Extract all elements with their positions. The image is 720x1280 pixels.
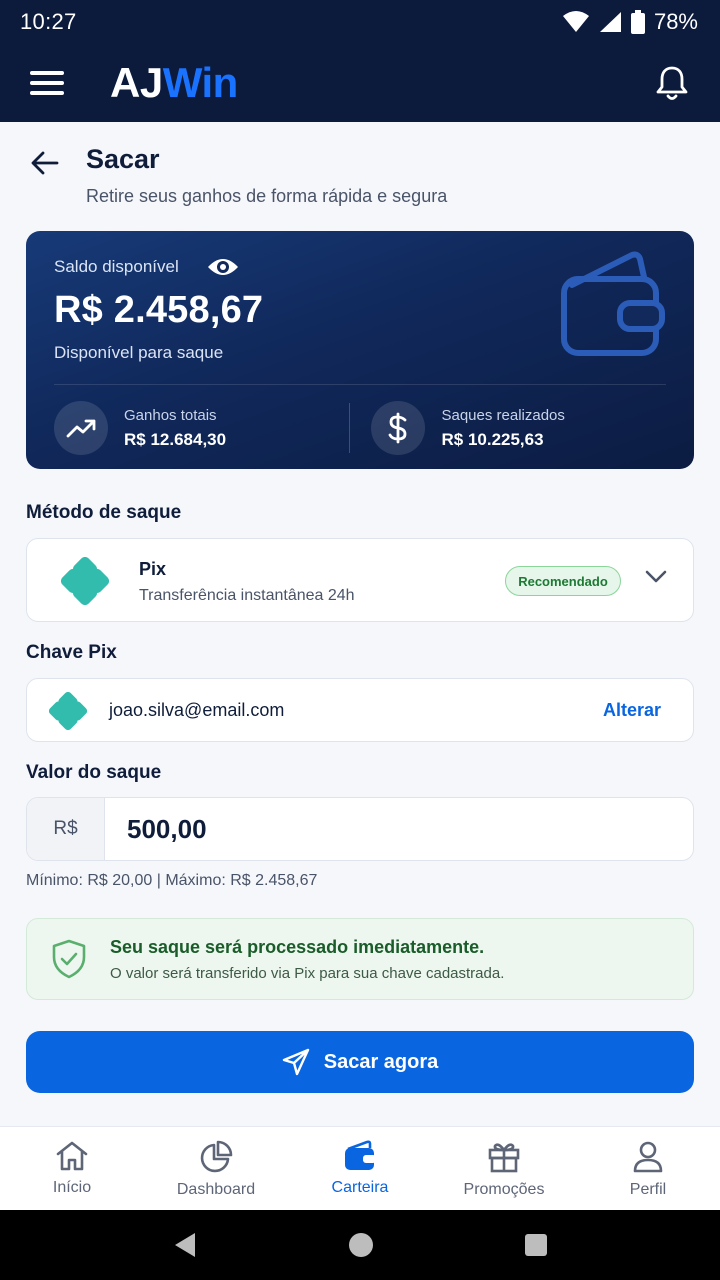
- nav-label: Promoções: [463, 1181, 545, 1198]
- page-title: Sacar: [86, 144, 160, 174]
- pix-key-section-label: Chave Pix: [26, 642, 117, 663]
- nav-label: Carteira: [331, 1179, 389, 1196]
- notice-text: O valor será transferido via Pix para su…: [110, 965, 505, 982]
- method-select[interactable]: Pix Transferência instantânea 24h Recome…: [26, 538, 694, 622]
- chevron-down-icon[interactable]: [645, 570, 667, 584]
- recents-square-icon[interactable]: [524, 1233, 548, 1257]
- wallet-icon: [345, 1140, 376, 1170]
- nav-item-dashboard[interactable]: Dashboard: [144, 1127, 288, 1210]
- stat-label: Ganhos totais: [124, 406, 217, 424]
- back-triangle-icon[interactable]: [172, 1231, 198, 1259]
- processing-notice: Seu saque será processado imediatamente.…: [26, 918, 694, 1000]
- wallet-icon: [561, 251, 665, 356]
- page-subtitle: Retire seus ganhos de forma rápida e seg…: [86, 186, 448, 206]
- shield-check-icon: [52, 939, 86, 979]
- bottom-nav: Início Dashboard Carteira Promoções Perf…: [0, 1126, 720, 1210]
- nav-item-perfil[interactable]: Perfil: [576, 1127, 720, 1210]
- pix-key-value: joao.silva@email.com: [109, 700, 285, 720]
- battery-level: 78%: [653, 9, 698, 34]
- pix-icon: [49, 692, 87, 730]
- stat-total-earnings: Ganhos totais R$ 12.684,30: [54, 401, 349, 455]
- balance-stats: Ganhos totais R$ 12.684,30 Saques realiz…: [54, 401, 666, 455]
- nav-item-carteira[interactable]: Carteira: [288, 1127, 432, 1210]
- withdraw-now-button[interactable]: Sacar agora: [26, 1031, 694, 1093]
- method-section-label: Método de saque: [26, 502, 182, 523]
- amount-limits: Mínimo: R$ 20,00 | Máximo: R$ 2.458,67: [26, 872, 318, 889]
- currency-prefix: R$: [27, 798, 105, 860]
- notice-title: Seu saque será processado imediatamente.: [110, 937, 485, 957]
- withdraw-now-label: Sacar agora: [323, 1050, 439, 1073]
- menu-icon[interactable]: [30, 69, 66, 97]
- recommended-badge: Recomendado: [505, 566, 621, 596]
- balance-label: Saldo disponível: [54, 257, 179, 276]
- bell-icon[interactable]: [654, 64, 690, 102]
- nav-label: Dashboard: [176, 1181, 256, 1198]
- balance-note: Disponível para saque: [54, 343, 224, 362]
- trending-up-icon: [54, 401, 108, 455]
- nav-item-inicio[interactable]: Início: [0, 1127, 144, 1210]
- app-logo: AJWin: [110, 59, 238, 106]
- stat-withdrawals: Saques realizados R$ 10.225,63: [371, 401, 666, 455]
- status-icons: 78%: [562, 9, 698, 35]
- eye-icon[interactable]: [206, 255, 240, 279]
- nav-label: Início: [52, 1179, 92, 1196]
- battery-icon: [630, 10, 645, 34]
- balance-value: R$ 2.458,67: [54, 289, 264, 331]
- method-description: Transferência instantânea 24h: [139, 587, 355, 604]
- change-key-link[interactable]: Alterar: [603, 700, 661, 721]
- pix-key-box: joao.silva@email.com Alterar: [26, 678, 694, 742]
- method-name: Pix: [139, 559, 167, 579]
- status-bar: 10:27 78%: [0, 0, 720, 44]
- home-icon: [56, 1141, 88, 1171]
- send-icon: [282, 1048, 309, 1076]
- pix-icon: [61, 557, 109, 605]
- stat-label: Saques realizados: [441, 406, 565, 424]
- dollar-icon: [371, 401, 426, 455]
- amount-section-label: Valor do saque: [26, 762, 162, 783]
- stat-value: R$ 12.684,30: [124, 429, 227, 449]
- stat-value: R$ 10.225,63: [441, 429, 544, 449]
- nav-label: Perfil: [629, 1181, 667, 1198]
- amount-input[interactable]: [105, 798, 693, 860]
- amount-field: R$: [26, 797, 694, 861]
- signal-icon: [599, 12, 621, 32]
- stat-separator: [348, 403, 350, 453]
- nav-item-promocoes[interactable]: Promoções: [432, 1127, 576, 1210]
- app-header: AJWin: [0, 44, 720, 122]
- gift-icon: [488, 1143, 520, 1173]
- status-time: 10:27: [20, 9, 77, 34]
- balance-card: Saldo disponível R$ 2.458,67 Disponível …: [26, 231, 694, 469]
- wifi-icon: [562, 11, 589, 32]
- user-icon: [633, 1141, 663, 1173]
- content-area: Sacar Retire seus ganhos de forma rápida…: [0, 122, 720, 1126]
- back-arrow-icon[interactable]: [30, 150, 60, 176]
- home-circle-icon[interactable]: [348, 1232, 374, 1258]
- android-nav-bar: [0, 1210, 720, 1280]
- pie-chart-icon: [200, 1140, 233, 1173]
- card-divider: [54, 384, 666, 385]
